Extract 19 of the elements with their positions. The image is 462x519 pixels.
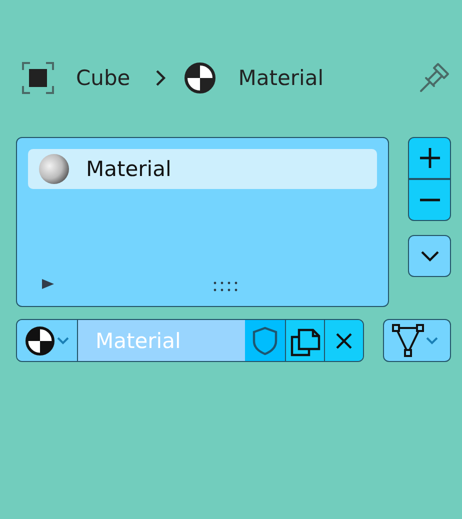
vertex-triangle-icon <box>392 324 424 358</box>
vertex-select-button[interactable] <box>383 319 451 362</box>
sphere-icon <box>38 153 70 185</box>
chevron-right-icon <box>154 68 168 88</box>
breadcrumb-label: Cube <box>76 66 130 90</box>
material-slot[interactable]: Material <box>28 149 377 189</box>
add-slot-button[interactable] <box>408 137 451 179</box>
specials-menu-button[interactable] <box>408 235 451 277</box>
remove-slot-button[interactable] <box>408 179 451 221</box>
minus-icon <box>418 198 440 202</box>
caret-icon <box>426 336 438 344</box>
plus-icon <box>418 147 440 169</box>
resize-grip-icon[interactable] <box>213 281 239 293</box>
cube-object-icon <box>22 62 54 94</box>
pin-icon[interactable] <box>417 61 451 95</box>
material-sphere-icon <box>184 62 216 94</box>
chevron-down-icon <box>420 250 440 262</box>
breadcrumb-label: Material <box>238 66 324 90</box>
expand-triangle-icon[interactable] <box>41 277 55 291</box>
